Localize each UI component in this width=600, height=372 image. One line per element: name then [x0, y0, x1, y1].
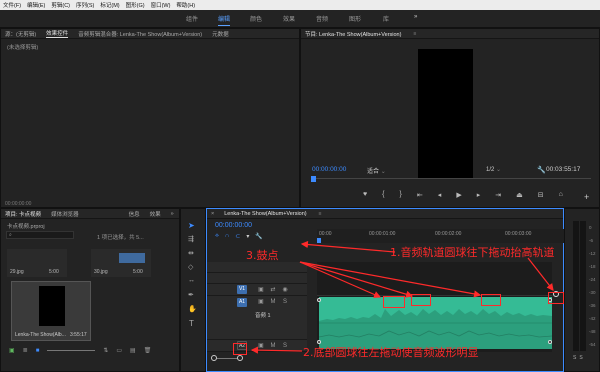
arrow-beat-1 — [299, 261, 382, 298]
annotation-arrows — [250, 240, 554, 354]
arrow-to-zoom-handle — [250, 346, 303, 354]
arrow-beat-3 — [299, 261, 482, 298]
annotation-label-1: 1.音频轨道圆球往下拖动抬高轨道 — [390, 246, 555, 259]
annotation-label-3: 3.鼓点 — [246, 249, 279, 262]
annotation-label-2: 2.底部圆球往左拖动使音频波形明显 — [303, 346, 479, 359]
arrow-to-track-header — [300, 240, 396, 253]
arrow-to-track-handle — [527, 257, 554, 291]
